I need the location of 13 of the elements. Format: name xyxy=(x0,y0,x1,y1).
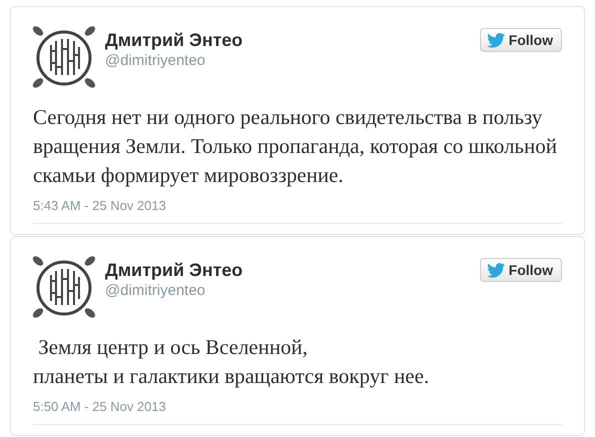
tweet-text: планеты и галактики вращаются вокруг нее. xyxy=(33,363,430,390)
follow-button[interactable]: Follow xyxy=(480,28,562,52)
author-name: Дмитрий Энтео xyxy=(105,29,244,51)
tweet-time: 5:43 AM - 25 Nov 2013 xyxy=(33,198,167,214)
bird-icon xyxy=(486,32,505,48)
bird-icon xyxy=(486,262,505,278)
author-name: Дмитрий Энтео xyxy=(105,259,244,281)
tweet-time: 5:50 AM - 25 Nov 2013 xyxy=(33,399,167,415)
tweet-text: Земля центр и ось Вселенной, xyxy=(37,334,309,361)
author-handle: @dimitriyenteo xyxy=(105,281,206,301)
tweet-text: Сегодня нет ни одного реального свидетельства в пользу вращения Земли. Только пропаганда, которая со школьной скамьи формирует мировоззрение. xyxy=(33,104,558,189)
author-handle: @dimitriyenteo xyxy=(105,51,206,71)
follow-button[interactable]: Follow xyxy=(480,258,562,282)
